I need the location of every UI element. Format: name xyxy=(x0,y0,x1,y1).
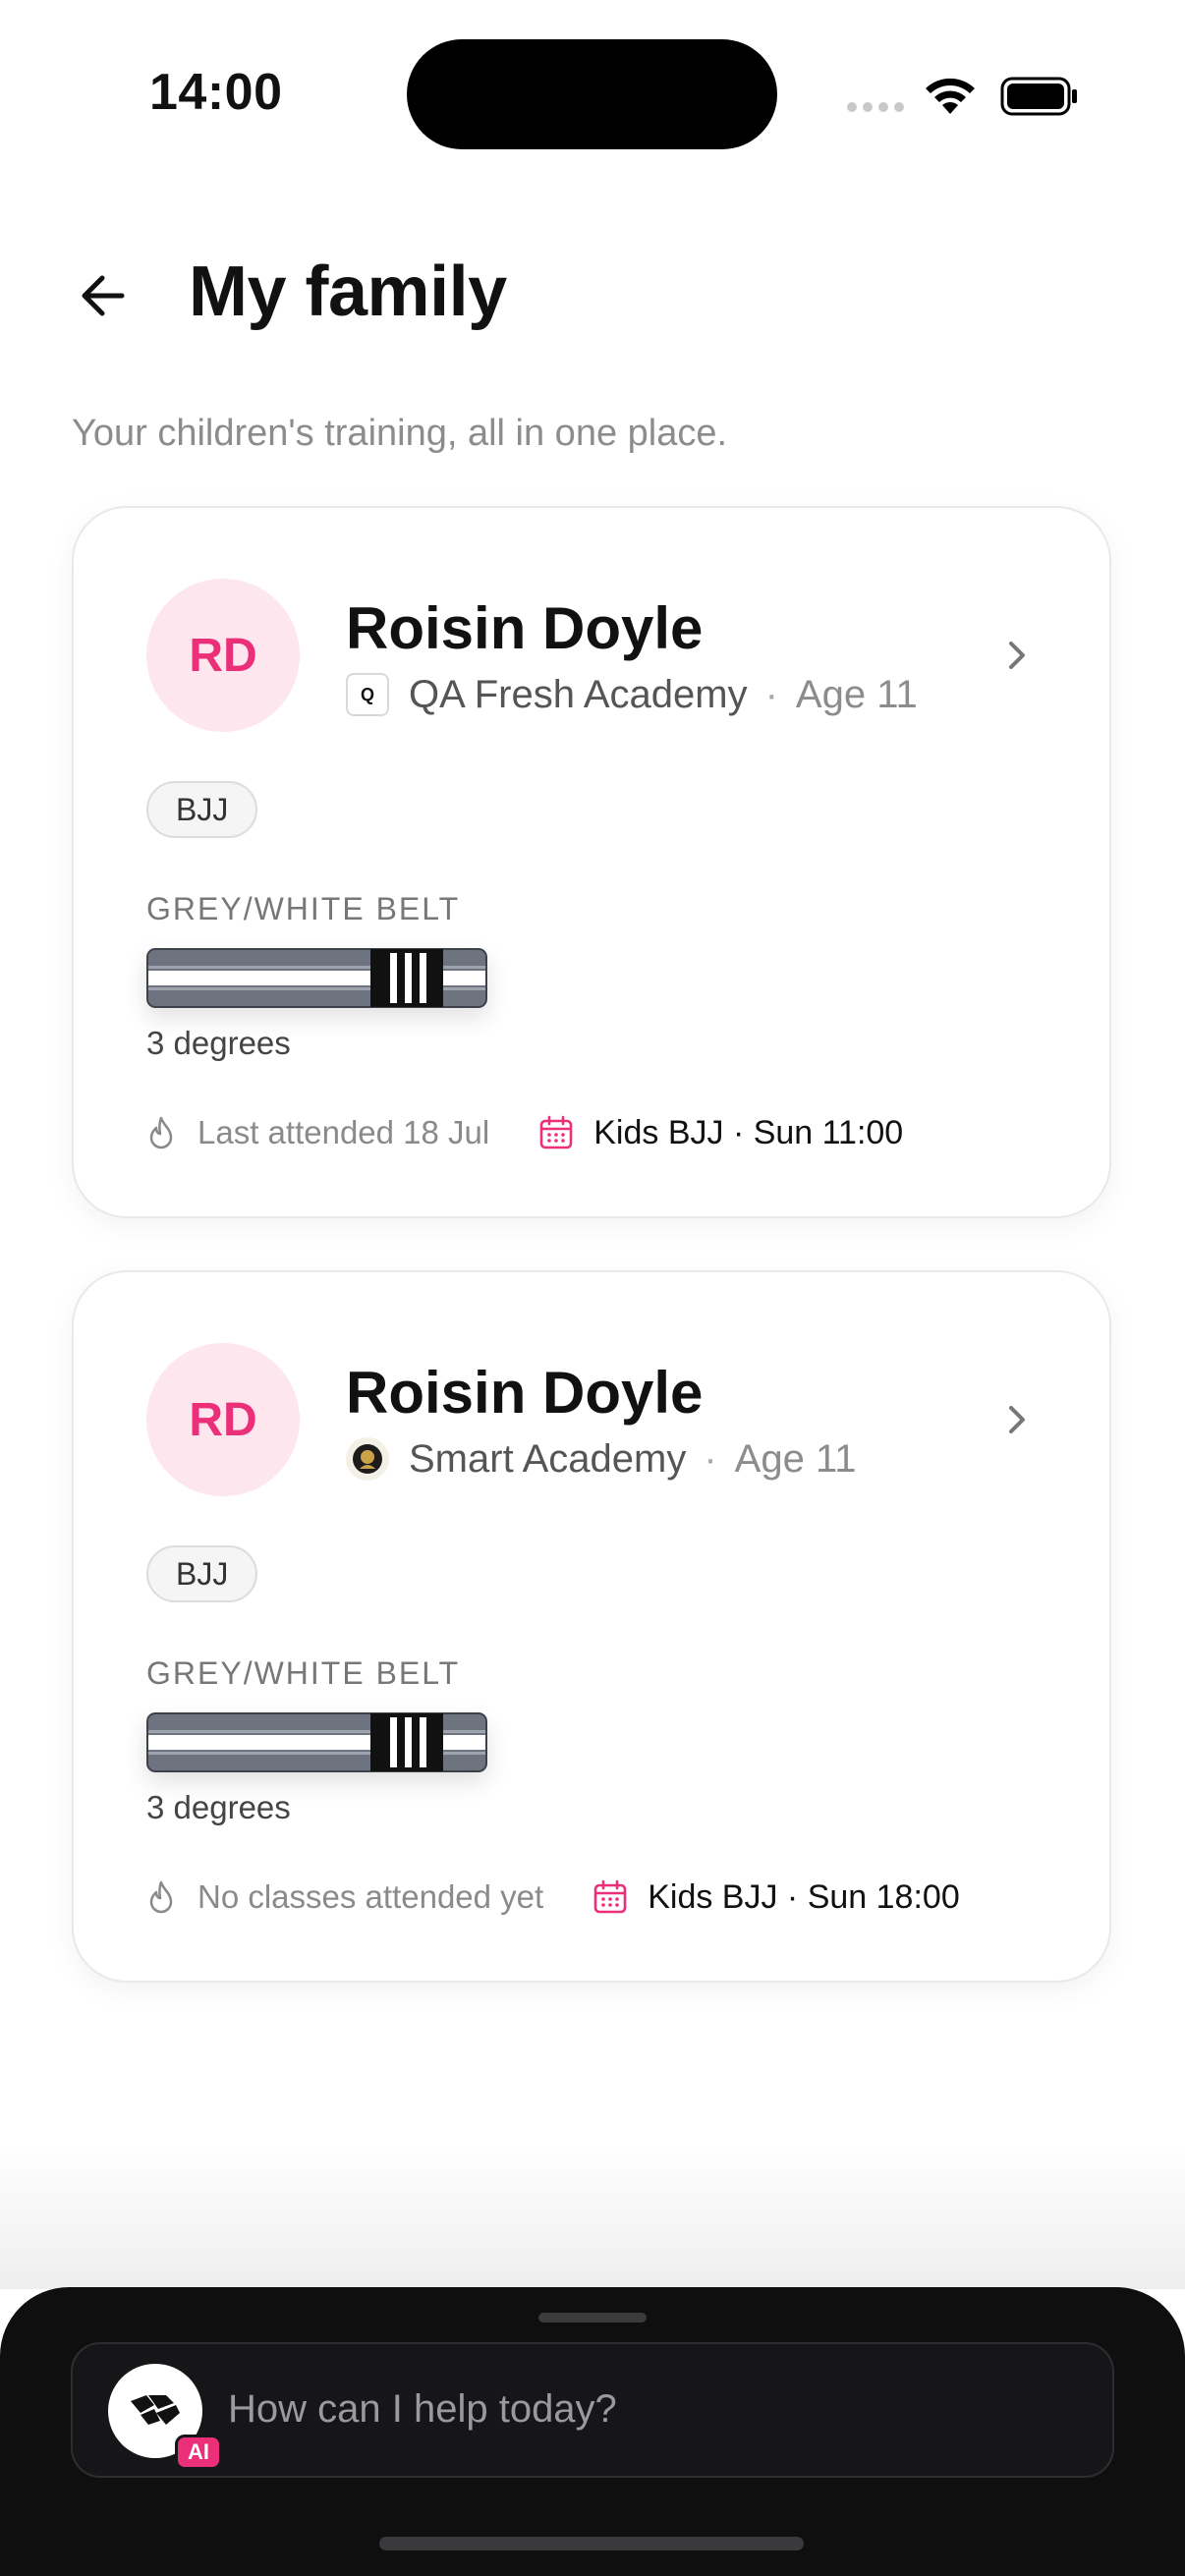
meta-separator: · xyxy=(704,1436,717,1481)
meta-separator: · xyxy=(764,672,778,716)
avatar-initials: RD xyxy=(189,1393,257,1446)
chevron-right-icon[interactable] xyxy=(997,636,1037,675)
degrees-text: 3 degrees xyxy=(146,1789,291,1825)
attendance-row: No classes attended yet Kids BJJ · Sun 1… xyxy=(146,1872,960,1923)
academy-crest-icon xyxy=(346,1437,389,1481)
academy-meta: Q QA Fresh Academy · Age 11 xyxy=(346,670,918,719)
flame-icon xyxy=(149,1880,173,1914)
assistant-sheet: AI How can I help today? xyxy=(0,2287,1185,2576)
assistant-placeholder: How can I help today? xyxy=(228,2387,617,2431)
cellular-signal-icon xyxy=(847,102,904,112)
next-class: Kids BJJ · Sun 18:00 xyxy=(648,1877,960,1916)
child-card[interactable]: RD Roisin Doyle Q QA Fresh Academy · Age… xyxy=(72,506,1111,1218)
child-age: Age 11 xyxy=(734,1436,857,1481)
discipline-chip: BJJ xyxy=(146,781,258,838)
status-bar: 14:00 xyxy=(0,0,1185,187)
belt-icon xyxy=(146,948,487,1008)
child-age: Age 11 xyxy=(795,672,918,716)
academy-logo-icon: Q xyxy=(346,673,389,716)
child-name: Roisin Doyle xyxy=(346,595,704,661)
chevron-right-icon[interactable] xyxy=(997,1400,1037,1439)
belt-label: GREY/WHITE BELT xyxy=(146,891,461,926)
flame-icon xyxy=(149,1116,173,1149)
bottom-fade xyxy=(0,2142,1185,2289)
dynamic-island xyxy=(407,39,777,149)
sheet-grab-handle[interactable] xyxy=(538,2313,647,2323)
battery-icon xyxy=(1000,77,1077,116)
calendar-icon xyxy=(593,1879,627,1914)
status-time: 14:00 xyxy=(149,64,283,121)
last-attended: No classes attended yet xyxy=(198,1878,544,1915)
avatar: RD xyxy=(146,1343,300,1496)
calendar-icon xyxy=(539,1115,573,1149)
attendance-row: Last attended 18 Jul Kids BJJ · Sun 11:0… xyxy=(146,1107,903,1158)
assistant-input[interactable]: AI How can I help today? xyxy=(71,2342,1114,2478)
degrees-text: 3 degrees xyxy=(146,1025,291,1061)
last-attended: Last attended 18 Jul xyxy=(198,1114,490,1150)
discipline-chip: BJJ xyxy=(146,1545,258,1602)
avatar-initials: RD xyxy=(189,629,257,682)
child-name: Roisin Doyle xyxy=(346,1360,704,1426)
academy-name: QA Fresh Academy xyxy=(409,672,748,716)
home-indicator[interactable] xyxy=(379,2537,804,2550)
page-title: My family xyxy=(189,252,507,331)
page-subtitle: Your children's training, all in one pla… xyxy=(72,413,728,454)
belt-label: GREY/WHITE BELT xyxy=(146,1655,461,1691)
avatar: RD xyxy=(146,579,300,732)
belt-icon xyxy=(146,1712,487,1772)
back-arrow-icon[interactable] xyxy=(73,263,138,328)
academy-name: Smart Academy xyxy=(409,1436,687,1481)
ai-badge: AI xyxy=(175,2435,222,2470)
child-card[interactable]: RD Roisin Doyle Smart Academy · Age 11 B… xyxy=(72,1270,1111,1983)
wifi-icon xyxy=(926,78,975,114)
academy-meta: Smart Academy · Age 11 xyxy=(346,1434,856,1484)
next-class: Kids BJJ · Sun 11:00 xyxy=(593,1113,904,1151)
